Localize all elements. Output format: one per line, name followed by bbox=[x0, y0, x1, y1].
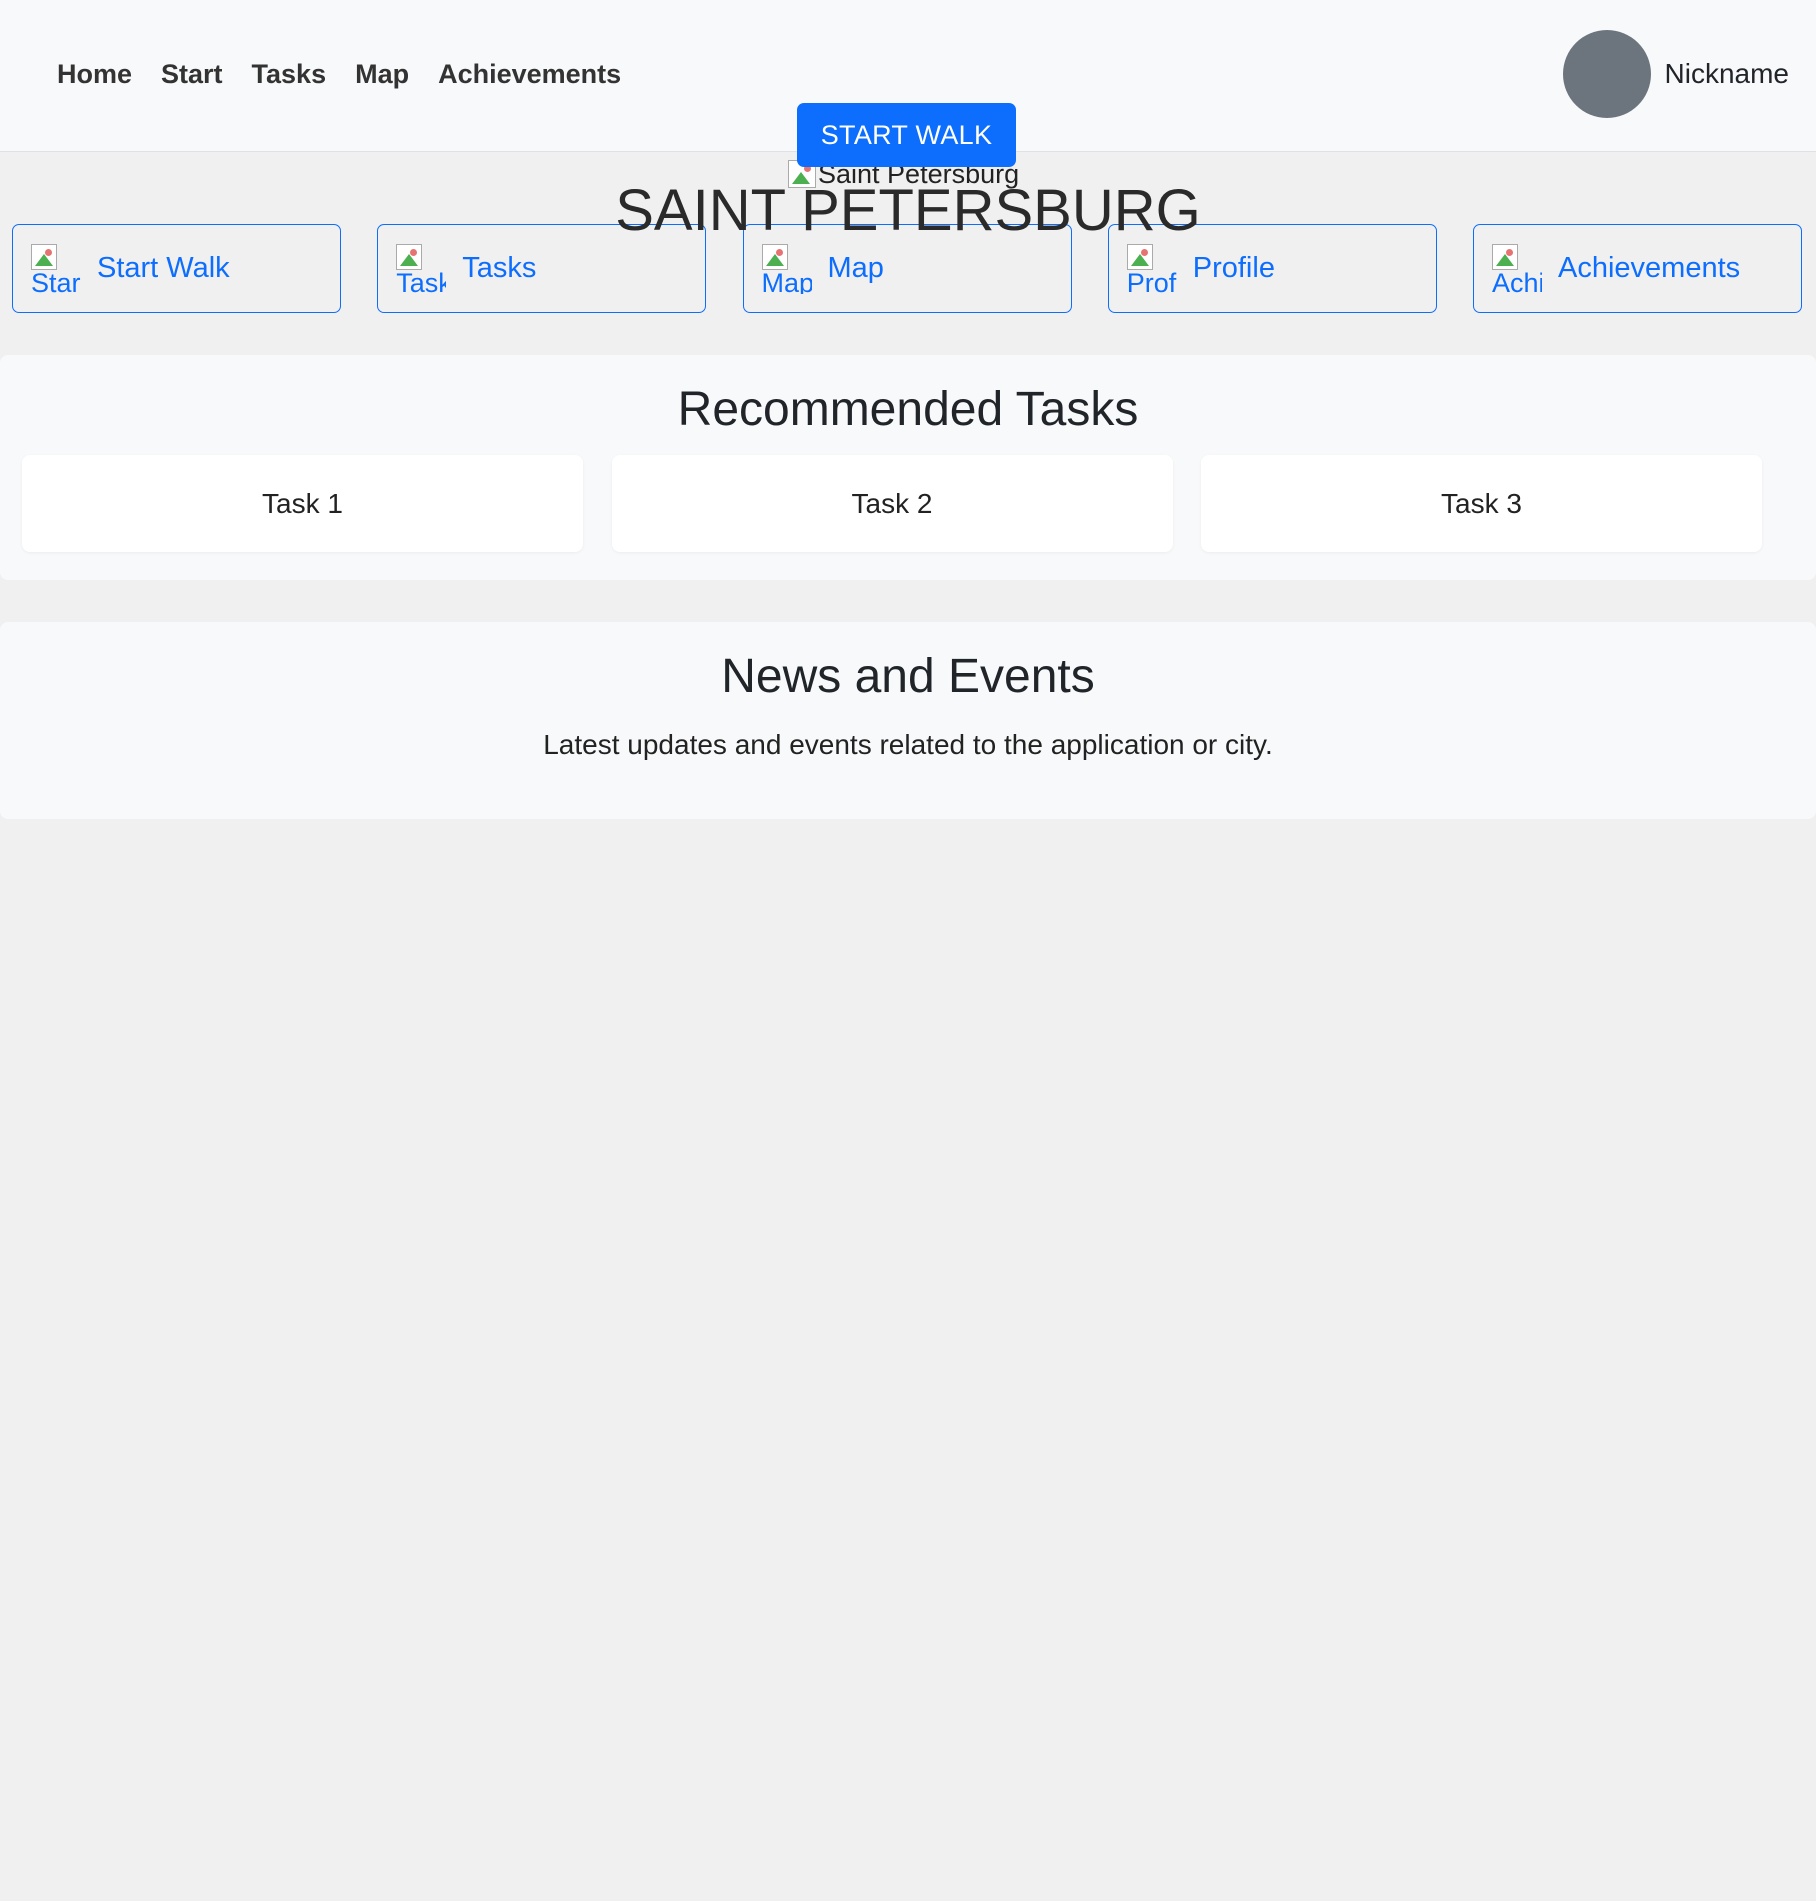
quick-link-label: Map bbox=[827, 252, 884, 284]
user-profile[interactable]: Nickname bbox=[1562, 30, 1789, 118]
recommended-tasks-title: Recommended Tasks bbox=[677, 383, 1139, 436]
tasks-icon: Task bbox=[396, 243, 447, 294]
profile-icon: Prof bbox=[1126, 243, 1177, 294]
icon-alt-text: Achi bbox=[1492, 267, 1542, 294]
main-nav: Home Start Tasks Map Achievements bbox=[57, 54, 621, 94]
task-card[interactable]: Task 2 bbox=[611, 455, 1173, 552]
news-events-section: News and Events Latest updates and event… bbox=[0, 622, 1816, 819]
task-card[interactable]: Task 1 bbox=[22, 455, 583, 552]
broken-image-icon bbox=[1492, 243, 1518, 270]
nav-link-start[interactable]: Start bbox=[161, 54, 223, 94]
achievements-icon: Achi bbox=[1492, 243, 1542, 294]
quick-link-label: Achievements bbox=[1558, 252, 1741, 284]
broken-image-icon bbox=[31, 243, 57, 270]
quick-link-label: Tasks bbox=[462, 252, 537, 284]
quick-link-achievements[interactable]: Achi Achievements bbox=[1473, 224, 1802, 313]
nav-link-home[interactable]: Home bbox=[57, 54, 132, 94]
icon-alt-text: Map bbox=[761, 267, 812, 294]
quick-link-map[interactable]: Map Map bbox=[742, 224, 1072, 313]
quick-link-tasks[interactable]: Task Tasks bbox=[377, 224, 707, 313]
news-events-text: Latest updates and events related to the… bbox=[543, 729, 1273, 760]
quick-link-label: Start Walk bbox=[97, 252, 230, 284]
icon-alt-text: Task bbox=[396, 267, 447, 294]
nav-link-map[interactable]: Map bbox=[355, 54, 409, 94]
avatar[interactable] bbox=[1562, 30, 1651, 118]
recommended-tasks-section: Recommended Tasks Task 1 Task 2 Task 3 bbox=[0, 355, 1816, 580]
icon-alt-text: Star bbox=[31, 267, 81, 294]
icon-alt-text: Prof bbox=[1126, 267, 1177, 294]
task-cards: Task 1 Task 2 Task 3 bbox=[22, 455, 1762, 552]
start-walk-icon: Star bbox=[31, 243, 81, 294]
news-events-title: News and Events bbox=[721, 650, 1095, 703]
broken-image-icon bbox=[761, 243, 788, 270]
quick-link-profile[interactable]: Prof Profile bbox=[1107, 224, 1437, 313]
task-card[interactable]: Task 3 bbox=[1201, 455, 1762, 552]
map-icon: Map bbox=[761, 243, 812, 294]
broken-image-icon bbox=[1126, 243, 1153, 270]
quick-link-start-walk[interactable]: Star Start Walk bbox=[12, 224, 341, 313]
quick-link-label: Profile bbox=[1192, 252, 1275, 284]
nav-link-tasks[interactable]: Tasks bbox=[252, 54, 327, 94]
quick-links: Star Start Walk Task Tasks Map Map Prof … bbox=[12, 224, 1802, 313]
nav-link-achievements[interactable]: Achievements bbox=[438, 54, 621, 94]
start-walk-button[interactable]: START WALK bbox=[797, 103, 1016, 167]
broken-image-icon bbox=[396, 243, 423, 270]
nickname: Nickname bbox=[1664, 58, 1789, 89]
